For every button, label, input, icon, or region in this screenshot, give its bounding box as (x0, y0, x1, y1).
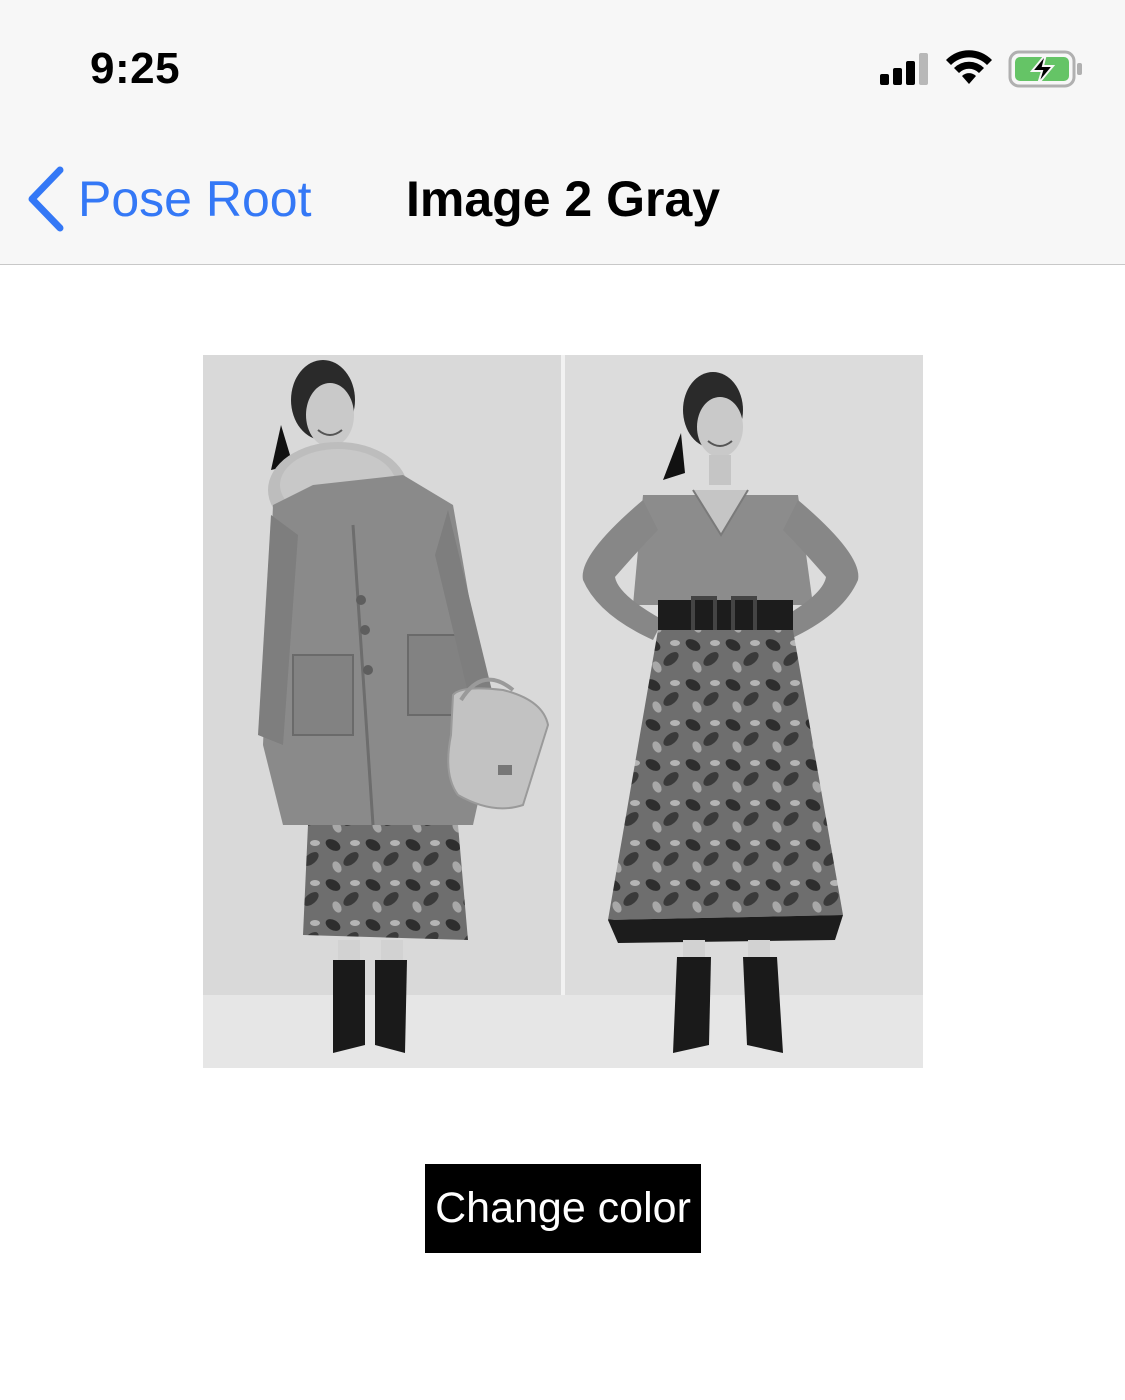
status-time: 9:25 (90, 44, 181, 93)
back-button[interactable]: Pose Root (24, 164, 311, 234)
page-title: Image 2 Gray (406, 171, 721, 227)
wifi-icon (946, 50, 992, 84)
status-bar: 9:25 (0, 0, 1125, 130)
status-icons (880, 48, 1085, 92)
navigation-bar: Pose Root Image 2 Gray (0, 130, 1125, 265)
cellular-signal-icon (880, 53, 928, 85)
grayscale-photo (203, 355, 923, 1068)
change-color-button[interactable]: Change color (425, 1164, 701, 1253)
battery-charging-icon (1008, 50, 1082, 88)
chevron-left-icon (28, 166, 64, 232)
back-button-label: Pose Root (78, 171, 312, 227)
app-screen: 9:25 Pose Root Image 2 Gray Change color (0, 0, 1125, 1400)
